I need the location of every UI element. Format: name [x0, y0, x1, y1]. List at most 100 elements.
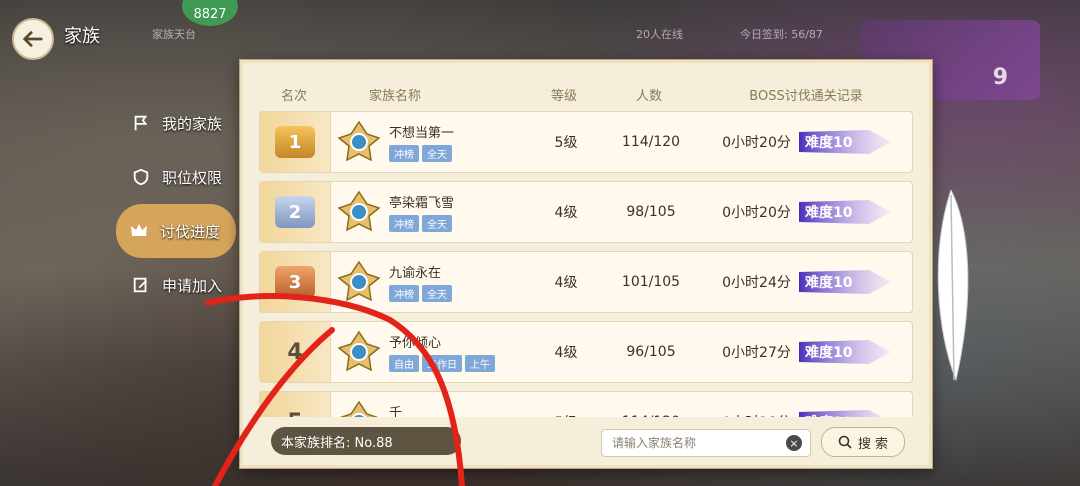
- clan-tag: 上午: [465, 355, 495, 372]
- clan-name: 千: [389, 406, 403, 417]
- clan-members: 114/120: [621, 134, 681, 150]
- clan-level: 4级: [554, 345, 578, 361]
- back-button[interactable]: [12, 18, 54, 60]
- header-name: 家族名称: [369, 88, 422, 104]
- search-input[interactable]: [610, 435, 784, 451]
- table-row[interactable]: 4 予你倾心 自由 工作日 上午 4级 96/105 0小时27分 难度10: [259, 321, 913, 383]
- edit-icon: [130, 274, 152, 296]
- sidebar-item-raid-progress[interactable]: 讨伐进度: [116, 204, 236, 258]
- my-clan-rank: 本家族排名: No.88: [271, 427, 461, 455]
- boss-clear-time: 0小时20分: [722, 135, 791, 151]
- rank-number: 4: [287, 339, 303, 365]
- boss-banner-number: 9: [992, 65, 1008, 90]
- sidebar-item-apply[interactable]: 申请加入: [118, 258, 236, 312]
- clan-tag: 自由: [389, 355, 419, 372]
- page-title: 家族: [64, 26, 100, 47]
- rank-cell: 4: [260, 322, 331, 382]
- clan-tag: 冲榜: [389, 145, 419, 162]
- clan-emblem-icon: [339, 400, 379, 417]
- clan-tags: 冲榜 全天: [389, 215, 454, 232]
- flag-icon: [130, 112, 152, 134]
- rank-cell: 3: [260, 252, 331, 312]
- clan-tag: 工作日: [422, 355, 462, 372]
- header-boss-record: BOSS讨伐通关记录: [749, 88, 863, 104]
- rank-number: 5: [287, 410, 302, 418]
- difficulty-badge: 难度10: [798, 200, 891, 224]
- clan-level: 4级: [554, 275, 578, 291]
- boss-record: 0小时20分 难度10: [701, 128, 912, 156]
- clan-name: 予你倾心: [389, 336, 442, 351]
- table-row[interactable]: 1 不想当第一 冲榜 全天 5级 114/120 0小时20分 难度10: [259, 111, 913, 173]
- clan-level: 5级: [531, 412, 601, 417]
- clan-name: 亭染霜飞雪: [389, 196, 455, 211]
- search-box[interactable]: ×: [601, 429, 811, 457]
- sidebar-item-label: 申请加入: [162, 276, 223, 295]
- sub-text: 家族天台: [152, 28, 196, 41]
- clan-members: 101/105: [621, 274, 681, 290]
- svg-text:难度10: 难度10: [804, 204, 853, 221]
- search-button-label: 搜 索: [857, 436, 889, 452]
- header-level: 等级: [550, 88, 577, 104]
- clan-tag: 冲榜: [389, 285, 419, 302]
- clan-emblem-icon: [337, 260, 381, 302]
- boss-clear-time: 0小时20分: [722, 205, 791, 221]
- clan-members: 114/120: [601, 414, 701, 417]
- boss-clear-time: 0小时28分: [722, 412, 791, 417]
- table-row[interactable]: 3 九谕永在 冲榜 全天 4级 101/105 0小时24分 难度10: [259, 251, 913, 313]
- boss-record: 0小时28分 难度10: [701, 408, 912, 417]
- rank-cell: 2: [260, 182, 331, 242]
- svg-text:难度10: 难度10: [804, 344, 853, 361]
- raid-ranking-panel: 名次 家族名称 等级 人数 BOSS讨伐通关记录 1 不想当第一 冲榜 全天 5级…: [240, 60, 932, 468]
- search-icon: [838, 435, 852, 449]
- difficulty-badge: 难度10: [798, 130, 891, 154]
- boss-clear-time: 0小时27分: [722, 345, 791, 361]
- daily-signin: 今日签到: 56/87: [740, 28, 823, 41]
- feather-decoration: [937, 190, 969, 382]
- sidebar-item-label: 职位权限: [162, 168, 223, 187]
- svg-text:难度10: 难度10: [804, 274, 853, 291]
- difficulty-badge: 难度10: [798, 270, 891, 294]
- svg-text:难度10: 难度10: [804, 414, 853, 417]
- clan-name-cell: 千 冲榜全天: [331, 400, 531, 417]
- clan-name-cell: 不想当第一 冲榜 全天: [331, 120, 531, 164]
- clan-emblem-icon: [337, 190, 381, 232]
- boss-record: 0小时20分 难度10: [701, 198, 912, 226]
- sidebar: 我的家族 职位权限 讨伐进度 申请加入: [116, 96, 236, 312]
- clan-tag: 冲榜: [389, 215, 419, 232]
- rank-medal-icon: 3: [275, 266, 315, 298]
- rank-cell: 1: [260, 112, 331, 172]
- clan-tag: 全天: [422, 145, 452, 162]
- clan-tags: 自由 工作日 上午: [389, 355, 495, 372]
- clan-name-cell: 予你倾心 自由 工作日 上午: [331, 330, 531, 374]
- clan-level: 5级: [554, 135, 578, 151]
- clan-emblem-icon: [337, 120, 381, 162]
- svg-text:难度10: 难度10: [804, 134, 853, 151]
- clan-name-cell: 亭染霜飞雪 冲榜 全天: [331, 190, 531, 234]
- table-row[interactable]: 5 千 冲榜全天 5级 114/120 0小时28分 难度10: [259, 391, 913, 417]
- clan-tag: 全天: [422, 285, 452, 302]
- ranking-table: 名次 家族名称 等级 人数 BOSS讨伐通关记录 1 不想当第一 冲榜 全天 5级…: [259, 77, 913, 417]
- sidebar-item-label: 我的家族: [162, 114, 223, 133]
- boss-record: 0小时27分 难度10: [701, 338, 912, 366]
- shield-icon: [130, 166, 152, 188]
- search-button[interactable]: 搜 索: [821, 427, 905, 457]
- clan-name: 九谕永在: [389, 266, 442, 281]
- clan-members: 98/105: [626, 204, 676, 220]
- difficulty-badge: 难度10: [798, 410, 882, 417]
- sidebar-item-label: 讨伐进度: [160, 222, 221, 241]
- table-row[interactable]: 2 亭染霜飞雪 冲榜 全天 4级 98/105 0小时20分 难度10: [259, 181, 913, 243]
- online-count: 20人在线: [636, 28, 683, 41]
- clear-icon[interactable]: ×: [786, 435, 802, 451]
- difficulty-badge: 难度10: [798, 340, 891, 364]
- sidebar-item-my-clan[interactable]: 我的家族: [118, 96, 236, 150]
- crown-icon: [128, 220, 150, 242]
- rank-cell: 5: [260, 392, 331, 417]
- clan-emblem-icon: [337, 330, 381, 372]
- table-header: 名次 家族名称 等级 人数 BOSS讨伐通关记录: [259, 77, 913, 111]
- sidebar-item-permissions[interactable]: 职位权限: [118, 150, 236, 204]
- rank-medal-icon: 2: [275, 196, 315, 228]
- clan-name-cell: 九谕永在 冲榜 全天: [331, 260, 531, 304]
- clan-tag: 全天: [422, 215, 452, 232]
- clan-tags: 冲榜 全天: [389, 145, 454, 162]
- clan-members: 96/105: [626, 344, 676, 360]
